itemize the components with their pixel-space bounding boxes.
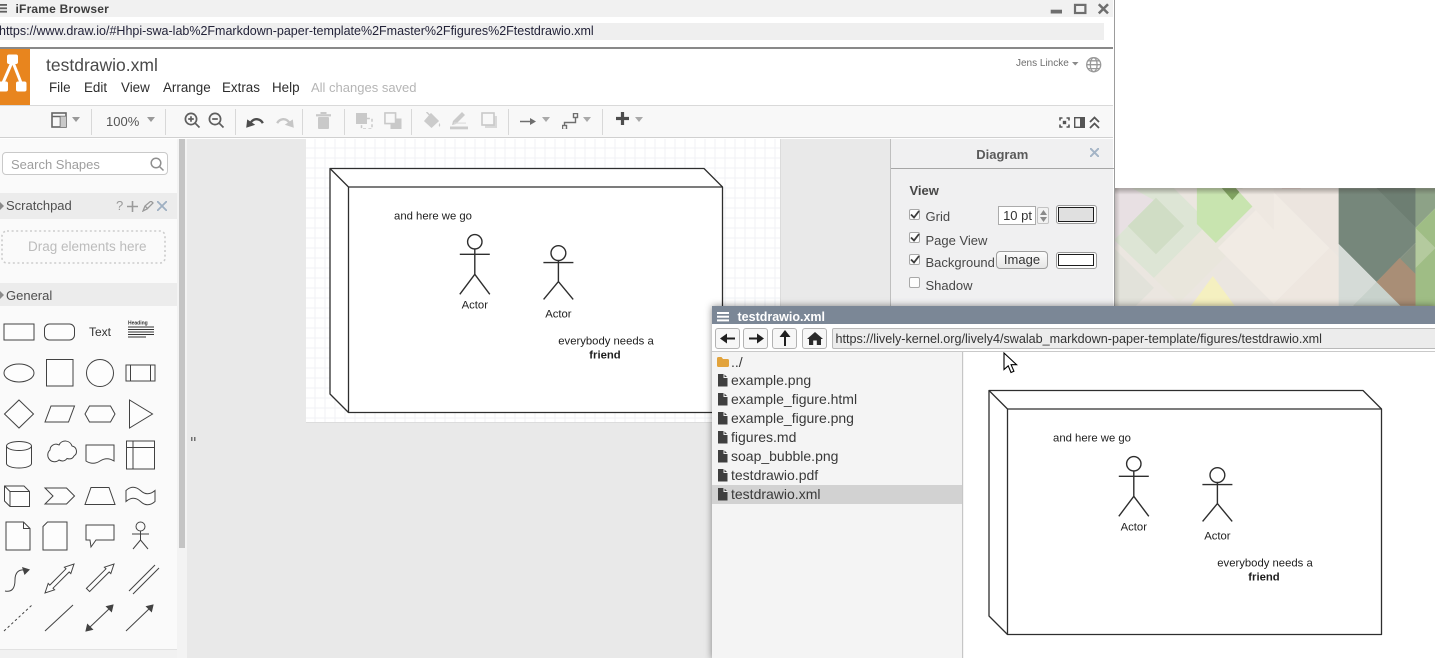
svg-text:Heading: Heading bbox=[128, 321, 148, 327]
svg-text:Text: Text bbox=[89, 325, 112, 339]
